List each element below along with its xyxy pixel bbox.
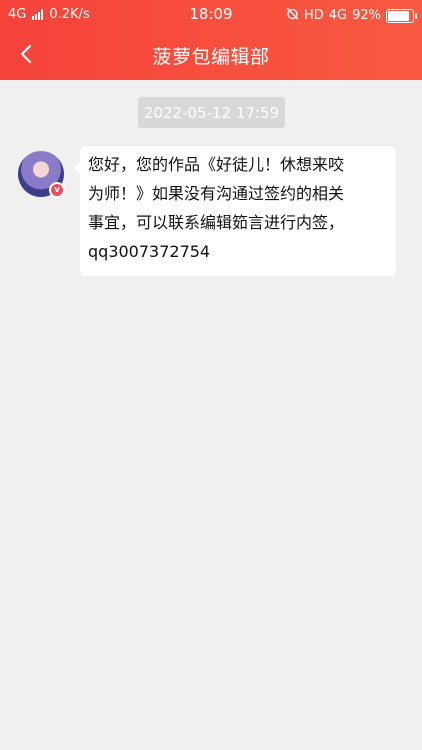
app-header: 4G 0.2K/s 18:09 HD 4G 92% 菠萝包编辑部: [0, 0, 422, 80]
network-type-right: 4G: [328, 8, 348, 23]
message-line: 您好，您的作品《好徒儿！休想来咬: [88, 155, 345, 174]
message-timestamp: 2022-05-12 17:59: [138, 97, 285, 128]
message-bubble[interactable]: 您好，您的作品《好徒儿！休想来咬 为师！》如果没有沟通过签约的相关 事宜，可以联…: [74, 146, 396, 276]
nav-bar: 菠萝包编辑部: [0, 30, 422, 80]
battery-percent: 92%: [352, 8, 381, 23]
status-bar: 4G 0.2K/s 18:09 HD 4G 92%: [0, 0, 422, 30]
message-line: 为师！》如果没有沟通过签约的相关: [88, 184, 345, 203]
battery-icon: [386, 8, 417, 23]
alarm-off-icon: [286, 7, 299, 24]
page-title: 菠萝包编辑部: [152, 46, 270, 68]
sender-avatar[interactable]: v: [18, 151, 65, 198]
verified-badge: v: [49, 182, 65, 198]
message-line: 事宜，可以联系编辑筎言进行内签，: [88, 213, 345, 232]
message-line: qq3007372754: [88, 242, 211, 261]
hd-label: HD: [303, 8, 324, 23]
status-right: HD 4G 92%: [286, 7, 417, 24]
